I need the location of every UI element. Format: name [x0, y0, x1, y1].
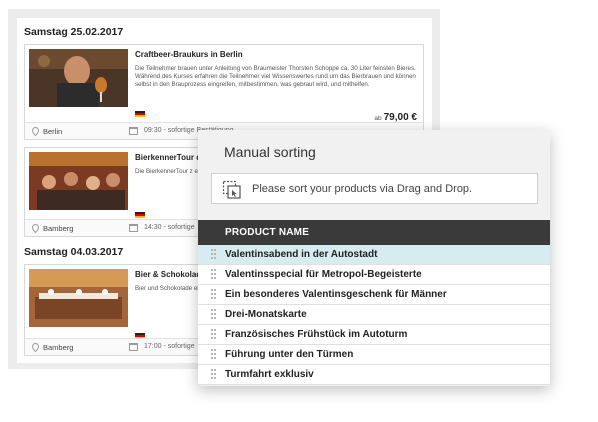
table-header: PRODUCT NAME [198, 220, 550, 245]
drag-handle-icon[interactable] [211, 329, 216, 341]
drag-handle-icon[interactable] [211, 309, 216, 321]
event-photo [29, 269, 128, 327]
info-message: Please sort your products via Drag and D… [252, 183, 473, 195]
drag-handle-icon[interactable] [211, 349, 216, 361]
drag-handle-icon[interactable] [211, 269, 216, 281]
product-name: Valentinsabend in der Autostadt [225, 249, 378, 260]
location-pin-icon [32, 127, 39, 136]
column-header-product-name[interactable]: PRODUCT NAME [225, 227, 309, 238]
location-pin-icon [32, 224, 39, 233]
sortable-row[interactable]: Valentinsabend in der Autostadt [198, 245, 550, 265]
manual-sorting-dialog: Manual sorting Please sort your products… [198, 130, 550, 386]
product-sort-list: Valentinsabend in der Autostadt Valentin… [198, 245, 550, 385]
drag-handle-icon[interactable] [211, 289, 216, 301]
product-name: Drei-Monatskarte [225, 309, 307, 320]
calendar-icon [129, 343, 138, 351]
event-city: Bamberg [43, 224, 74, 233]
event-title[interactable]: Bier & Schokolade [135, 270, 206, 279]
event-city: Bamberg [43, 343, 74, 352]
sortable-row[interactable]: Valentinsspecial für Metropol-Begeistert… [198, 265, 550, 285]
event-time: 14:30 - sofortige [144, 224, 195, 231]
event-title[interactable]: Craftbeer-Braukurs in Berlin [135, 50, 243, 59]
german-flag-icon [135, 111, 145, 117]
drag-drop-icon [222, 180, 241, 199]
sortable-row[interactable]: Ein besonderes Valentinsgeschenk für Män… [198, 285, 550, 305]
event-card[interactable]: Craftbeer-Braukurs in Berlin Die Teilneh… [24, 44, 424, 140]
event-city: Berlin [43, 127, 63, 136]
date-heading: Samstag 04.03.2017 [24, 246, 124, 258]
event-photo [29, 49, 128, 107]
product-name: Valentinsspecial für Metropol-Begeistert… [225, 269, 422, 280]
event-time: 17:00 - sofortige [144, 343, 195, 350]
drag-handle-icon[interactable] [211, 369, 216, 381]
location-pin-icon [32, 343, 39, 352]
sortable-row[interactable]: Drei-Monatskarte [198, 305, 550, 325]
event-description: Die Teilnehmer brauen unter Anleitung vo… [135, 65, 416, 88]
product-name: Französisches Frühstück im Autoturm [225, 329, 408, 340]
german-flag-icon [135, 212, 145, 218]
drag-drop-info-box: Please sort your products via Drag and D… [211, 173, 538, 204]
price-prefix: ab [374, 115, 382, 122]
product-name: Ein besonderes Valentinsgeschenk für Män… [225, 289, 447, 300]
event-photo [29, 152, 128, 210]
calendar-icon [129, 224, 138, 232]
calendar-icon [129, 127, 138, 135]
stage: Samstag 25.02.2017 Craftbeer-Braukurs in… [0, 0, 598, 422]
dialog-title: Manual sorting [224, 144, 316, 160]
drag-handle-icon[interactable] [211, 249, 216, 261]
product-name: Führung unter den Türmen [225, 349, 354, 360]
product-name: Turmfahrt exklusiv [225, 369, 314, 380]
date-heading: Samstag 25.02.2017 [24, 26, 124, 38]
sortable-row[interactable]: Führung unter den Türmen [198, 345, 550, 365]
sortable-row[interactable]: Französisches Frühstück im Autoturm [198, 325, 550, 345]
event-title[interactable]: BierkennerTour du [135, 153, 206, 162]
sortable-row[interactable]: Turmfahrt exklusiv [198, 365, 550, 385]
